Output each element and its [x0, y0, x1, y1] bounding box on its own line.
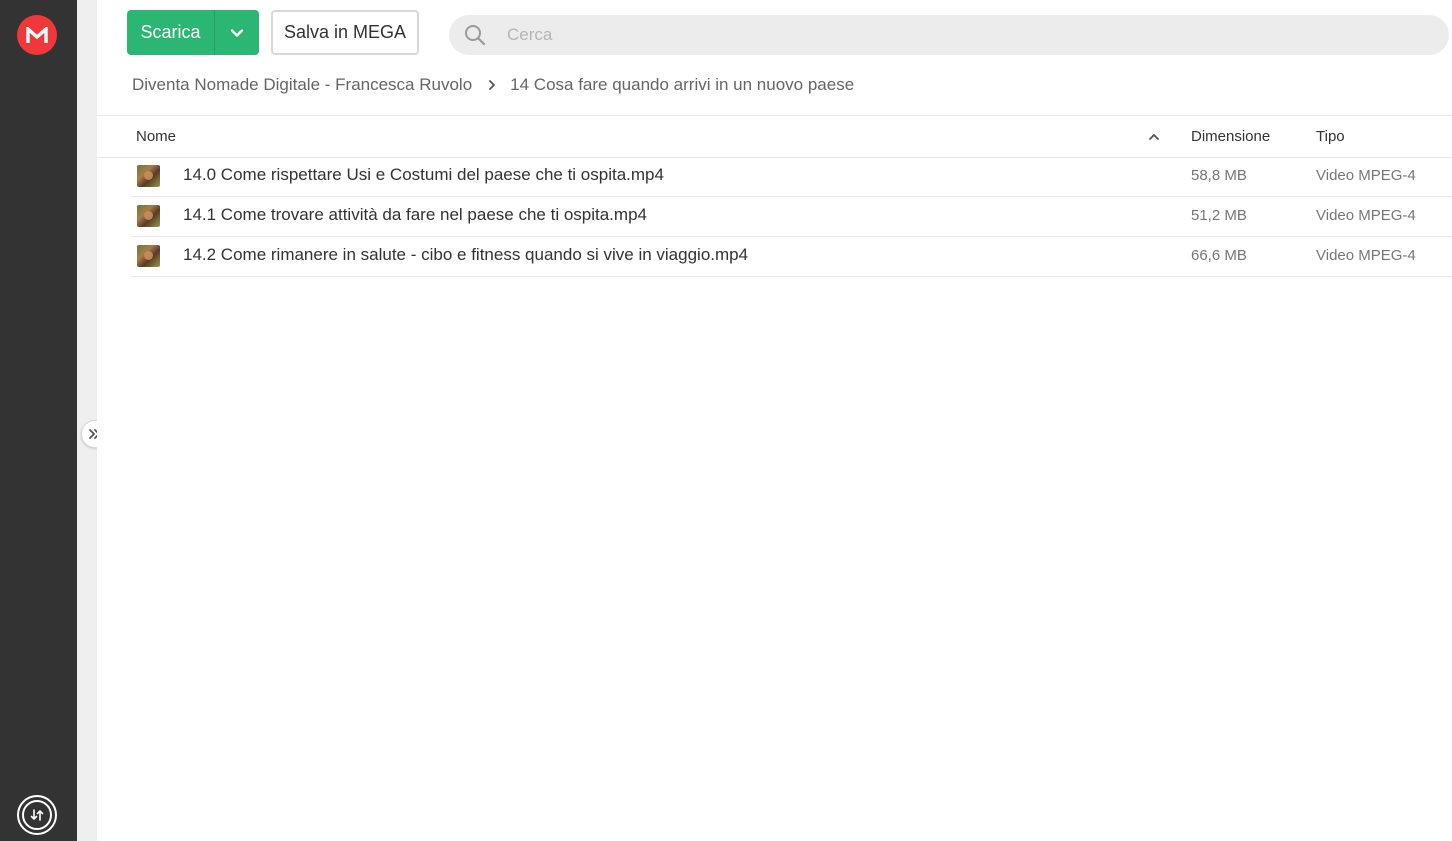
table-row[interactable]: 14.0 Come rispettare Usi e Costumi del p…: [131, 157, 1452, 197]
chevron-right-icon: [488, 79, 496, 91]
file-size: 66,6 MB: [1191, 247, 1247, 264]
main-content: Scarica Salva in MEGA Diventa Nomade Dig…: [97, 0, 1452, 841]
file-type: Video MPEG-4: [1316, 207, 1416, 224]
video-thumbnail-icon: [137, 205, 160, 227]
column-header-size[interactable]: Dimensione: [1191, 128, 1270, 145]
search-input[interactable]: [507, 15, 1407, 55]
column-header-name[interactable]: Nome: [136, 128, 176, 145]
save-to-mega-button[interactable]: Salva in MEGA: [271, 10, 419, 55]
file-table-header: Nome Dimensione Tipo: [97, 116, 1452, 158]
chevron-down-icon: [230, 28, 244, 37]
download-button-label[interactable]: Scarica: [127, 10, 215, 55]
file-size: 58,8 MB: [1191, 167, 1247, 184]
file-name: 14.2 Come rimanere in salute - cibo e fi…: [183, 245, 749, 264]
file-size: 51,2 MB: [1191, 207, 1247, 224]
file-name: 14.1 Come trovare attività da fare nel p…: [183, 205, 647, 224]
table-row[interactable]: 14.1 Come trovare attività da fare nel p…: [131, 197, 1452, 237]
video-thumbnail-icon: [137, 245, 160, 267]
transfer-icon: [22, 800, 52, 830]
file-type: Video MPEG-4: [1316, 247, 1416, 264]
chevron-up-icon[interactable]: [1147, 130, 1161, 144]
search-bar[interactable]: [449, 15, 1449, 55]
file-list: 14.0 Come rispettare Usi e Costumi del p…: [131, 157, 1452, 277]
left-sidebar: [0, 0, 77, 841]
file-type: Video MPEG-4: [1316, 167, 1416, 184]
video-thumbnail-icon: [137, 165, 160, 187]
table-row[interactable]: 14.2 Come rimanere in salute - cibo e fi…: [131, 237, 1452, 277]
app-window: Scarica Salva in MEGA Diventa Nomade Dig…: [0, 0, 1452, 841]
mega-logo-icon[interactable]: [17, 15, 57, 55]
column-header-type[interactable]: Tipo: [1316, 128, 1345, 145]
transfer-button[interactable]: [17, 795, 57, 835]
file-name: 14.0 Come rispettare Usi e Costumi del p…: [183, 165, 664, 184]
breadcrumb-item-parent[interactable]: Diventa Nomade Digitale - Francesca Ruvo…: [132, 75, 472, 95]
breadcrumb: Diventa Nomade Digitale - Francesca Ruvo…: [132, 74, 854, 96]
search-icon: [465, 25, 486, 46]
download-button[interactable]: Scarica: [127, 10, 259, 55]
download-options-button[interactable]: [215, 10, 259, 55]
breadcrumb-item-current[interactable]: 14 Cosa fare quando arrivi in un nuovo p…: [510, 75, 854, 95]
